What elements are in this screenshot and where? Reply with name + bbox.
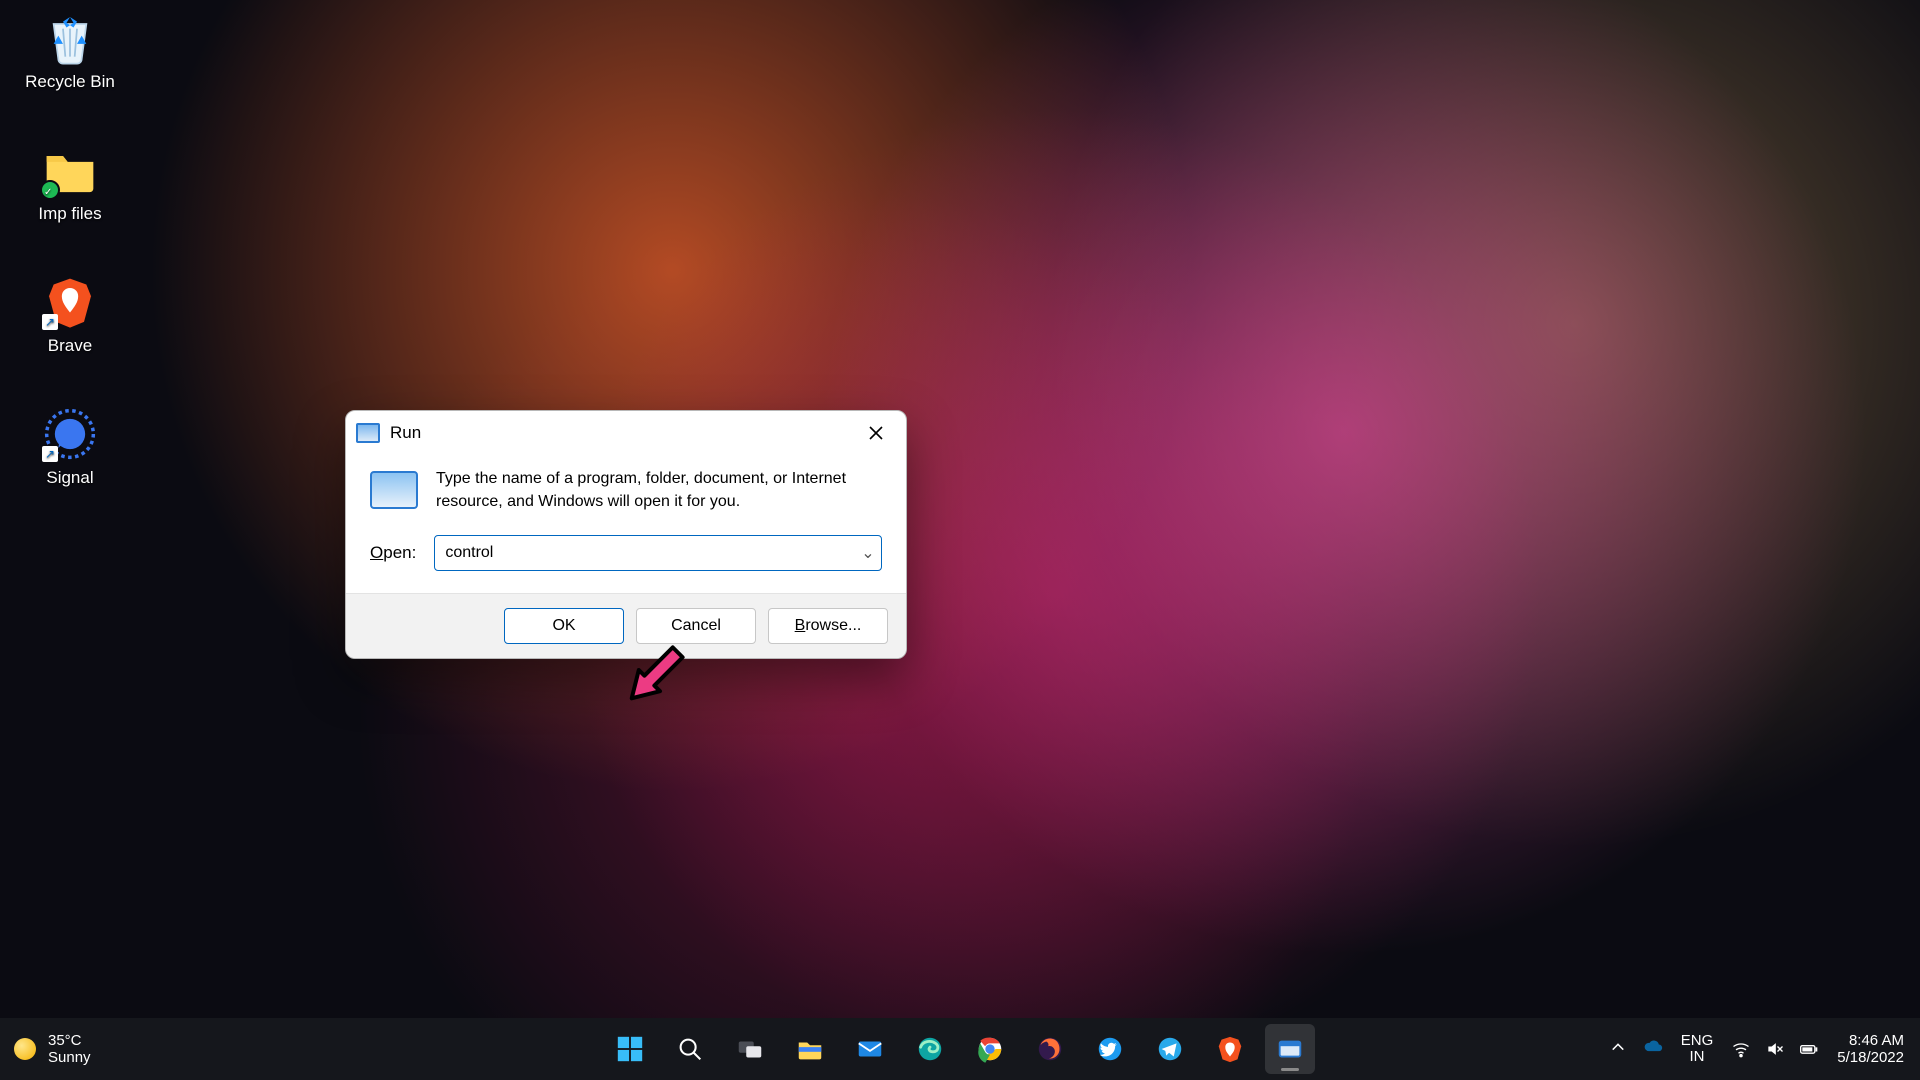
system-tray: ENG IN 8:46 AM 5/18/2022: [1611, 1032, 1904, 1067]
start-button[interactable]: [605, 1024, 655, 1074]
taskbar-app-chrome[interactable]: [965, 1024, 1015, 1074]
signal-icon: ↗: [42, 406, 98, 462]
close-button[interactable]: [856, 418, 896, 448]
desktop-icon-folder[interactable]: Imp files: [15, 142, 125, 224]
chrome-icon: [975, 1034, 1005, 1064]
desktop[interactable]: Recycle Bin Imp files ↗ Brave ↗ Signal: [0, 0, 1920, 1080]
taskbar-app-mail[interactable]: [845, 1024, 895, 1074]
open-input[interactable]: [435, 544, 855, 562]
desktop-icon-label: Imp files: [38, 204, 101, 224]
taskbar-app-telegram[interactable]: [1145, 1024, 1195, 1074]
weather-temp: 35°C: [48, 1032, 91, 1049]
folder-icon: [42, 142, 98, 198]
desktop-icon-label: Signal: [46, 468, 93, 488]
open-combobox[interactable]: ⌄: [434, 535, 882, 571]
recycle-bin-icon: [42, 10, 98, 66]
run-titlebar-icon: [356, 423, 380, 443]
taskbar-app-run[interactable]: [1265, 1024, 1315, 1074]
taskbar-app-edge[interactable]: [905, 1024, 955, 1074]
onedrive-tray-icon[interactable]: [1643, 1037, 1663, 1061]
tray-overflow-button[interactable]: [1611, 1040, 1625, 1058]
taskbar-center: [605, 1024, 1315, 1074]
run-titlebar[interactable]: Run: [346, 411, 906, 455]
taskbar-app-brave[interactable]: [1205, 1024, 1255, 1074]
lang-top: ENG: [1681, 1033, 1714, 1050]
search-button[interactable]: [665, 1024, 715, 1074]
firefox-icon: [1035, 1034, 1065, 1064]
taskbar-app-firefox[interactable]: [1025, 1024, 1075, 1074]
clock-date: 5/18/2022: [1837, 1049, 1904, 1066]
desktop-icon-recycle-bin[interactable]: Recycle Bin: [15, 10, 125, 92]
wifi-icon: [1731, 1039, 1751, 1059]
run-body-icon: [370, 471, 418, 509]
weather-desc: Sunny: [48, 1049, 91, 1066]
taskbar-app-explorer[interactable]: [785, 1024, 835, 1074]
desktop-icon-signal[interactable]: ↗ Signal: [15, 406, 125, 488]
shortcut-arrow-icon: ↗: [42, 446, 58, 462]
weather-sun-icon: [14, 1038, 36, 1060]
desktop-icon-label: Brave: [48, 336, 92, 356]
shortcut-arrow-icon: ↗: [42, 314, 58, 330]
chevron-up-icon: [1611, 1040, 1625, 1054]
open-label: Open:: [370, 543, 416, 563]
volume-muted-icon: [1765, 1039, 1785, 1059]
battery-icon: [1799, 1039, 1819, 1059]
run-title-text: Run: [390, 423, 421, 443]
desktop-icon-brave[interactable]: ↗ Brave: [15, 274, 125, 356]
run-description: Type the name of a program, folder, docu…: [436, 467, 882, 513]
clock-button[interactable]: 8:46 AM 5/18/2022: [1837, 1032, 1904, 1067]
desktop-icon-label: Recycle Bin: [25, 72, 115, 92]
ok-button[interactable]: OK: [504, 608, 624, 644]
run-dialog: Run Type the name of a program, folder, …: [345, 410, 907, 659]
chevron-down-icon[interactable]: ⌄: [855, 543, 881, 563]
search-icon: [675, 1034, 705, 1064]
language-button[interactable]: ENG IN: [1681, 1033, 1714, 1066]
sync-badge-icon: [40, 180, 60, 200]
network-sound-battery[interactable]: [1731, 1039, 1819, 1059]
file-explorer-icon: [795, 1034, 825, 1064]
twitter-icon: [1095, 1034, 1125, 1064]
cloud-icon: [1643, 1037, 1663, 1057]
task-view-icon: [735, 1034, 765, 1064]
close-icon: [869, 426, 883, 440]
clock-time: 8:46 AM: [1837, 1032, 1904, 1049]
mail-icon: [855, 1034, 885, 1064]
taskbar-app-twitter[interactable]: [1085, 1024, 1135, 1074]
brave-icon: ↗: [42, 274, 98, 330]
weather-widget[interactable]: 35°C Sunny: [14, 1032, 91, 1067]
edge-icon: [915, 1034, 945, 1064]
task-view-button[interactable]: [725, 1024, 775, 1074]
taskbar: 35°C Sunny: [0, 1018, 1920, 1080]
browse-button[interactable]: Browse...: [768, 608, 888, 644]
telegram-icon: [1155, 1034, 1185, 1064]
windows-logo-icon: [615, 1034, 645, 1064]
lang-bottom: IN: [1681, 1049, 1714, 1066]
run-app-icon: [1275, 1034, 1305, 1064]
brave-icon: [1215, 1034, 1245, 1064]
cancel-button[interactable]: Cancel: [636, 608, 756, 644]
